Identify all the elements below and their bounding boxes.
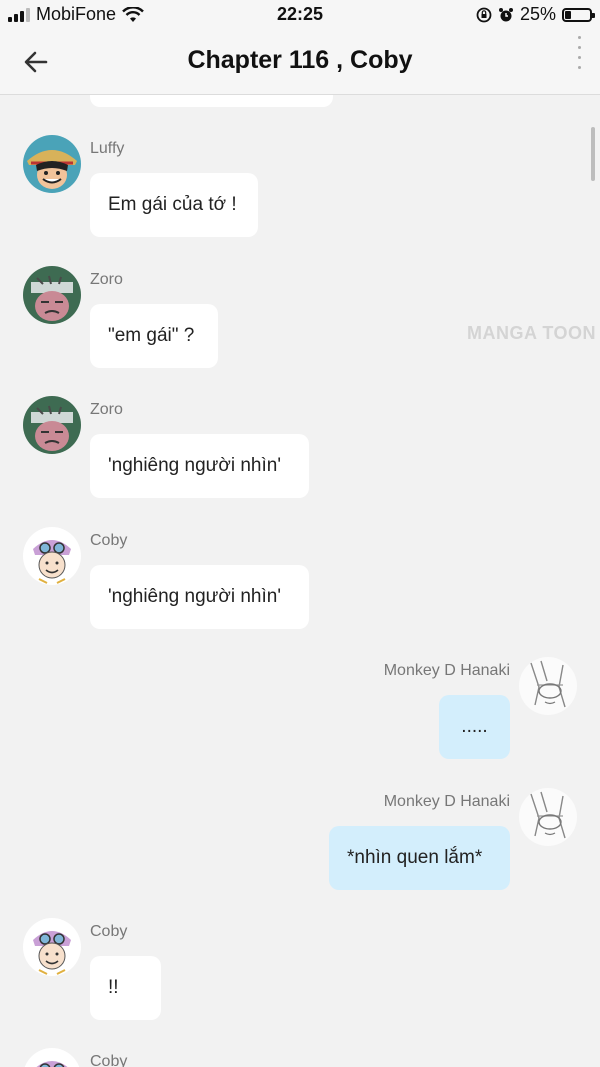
message-bubble[interactable]: ..... [439, 695, 510, 759]
chat-header: Chapter 116 , Coby [0, 30, 600, 95]
message-bubble[interactable]: Em gái của tớ ! [90, 173, 258, 237]
avatar-coby[interactable] [23, 918, 81, 976]
message-bubble[interactable]: 'nghiêng người nhìn' [90, 565, 309, 629]
watermark-logo: MANGA TOON [467, 323, 596, 343]
avatar-hanaki[interactable] [519, 788, 577, 846]
sender-name: Coby [90, 532, 128, 549]
sender-name: Luffy [90, 140, 125, 157]
message-bubble[interactable]: *nhìn quen lắm* [329, 826, 510, 890]
message-bubble[interactable]: 'nghiêng người nhìn' [90, 434, 309, 498]
battery-percent: 25% [519, 4, 556, 24]
scrollbar[interactable] [591, 127, 595, 181]
sender-name: Zoro [90, 271, 123, 288]
sender-name: Monkey D Hanaki [383, 793, 510, 810]
avatar-zoro[interactable] [23, 266, 81, 324]
avatar-coby[interactable] [23, 1048, 81, 1067]
avatar-luffy[interactable] [23, 135, 81, 193]
avatar-zoro[interactable] [23, 396, 81, 454]
chat-list[interactable]: Luffy Em gái của tớ ! Zoro "em gái" ? Zo… [0, 95, 600, 1067]
more-icon[interactable] [578, 36, 582, 76]
sender-name: Zoro [90, 401, 123, 418]
status-right: 25% [476, 4, 595, 25]
orientation-lock-icon [476, 7, 492, 22]
sender-name: Coby [90, 1053, 128, 1067]
sender-name: Monkey D Hanaki [383, 662, 510, 679]
sender-name: Coby [90, 923, 128, 940]
page-title: Chapter 116 , Coby [187, 46, 413, 74]
battery-icon [562, 7, 595, 22]
status-bar: MobiFone 22:25 25% [0, 0, 600, 30]
alarm-icon [498, 7, 513, 21]
message-bubble[interactable]: "em gái" ? [90, 304, 218, 368]
avatar-hanaki[interactable] [519, 657, 577, 715]
partial-message-bubble [90, 95, 333, 107]
avatar-coby[interactable] [23, 527, 81, 585]
message-bubble[interactable]: !! [90, 956, 161, 1020]
